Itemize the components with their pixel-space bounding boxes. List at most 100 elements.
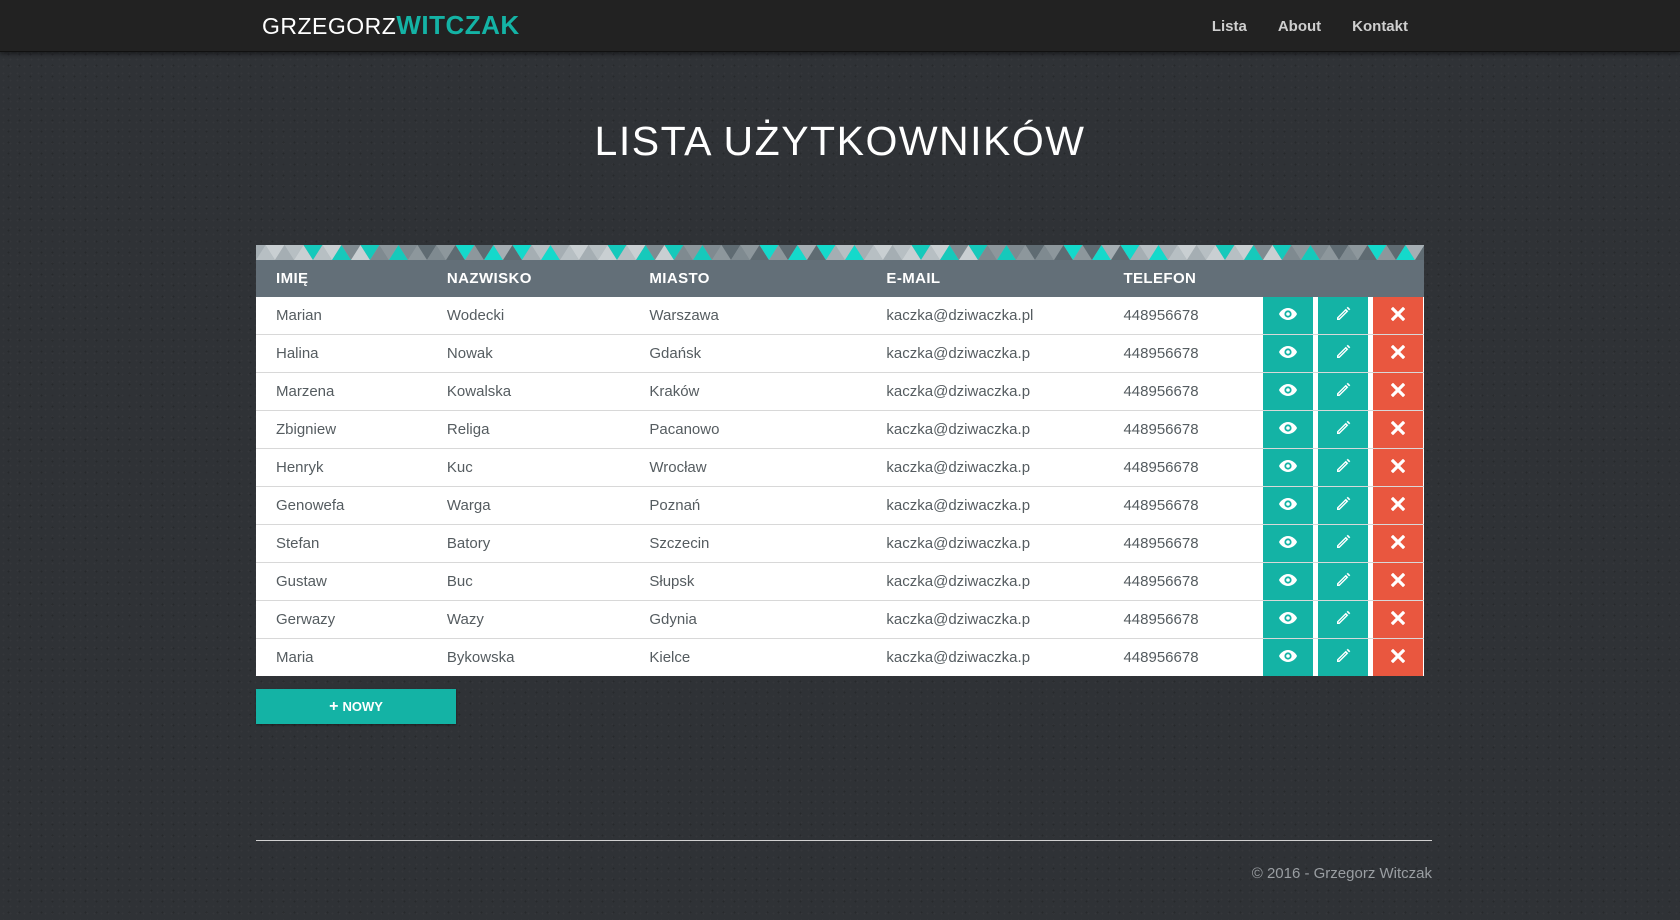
cell-view	[1263, 639, 1314, 676]
view-button[interactable]	[1263, 297, 1314, 334]
eye-icon	[1278, 649, 1298, 666]
edit-button[interactable]	[1318, 487, 1369, 524]
cell-view	[1263, 601, 1314, 639]
table-row: Halina Nowak Gdańsk kaczka@dziwaczka.p 44895…	[256, 334, 1424, 373]
cell-view	[1263, 563, 1314, 601]
table-row: Genowefa Warga Poznań kaczka@dziwaczka.p 448…	[256, 486, 1424, 525]
times-icon	[1390, 306, 1406, 324]
delete-button[interactable]	[1373, 525, 1424, 562]
nav-item-lista[interactable]: Lista	[1212, 18, 1247, 35]
nav-item-kontakt[interactable]: Kontakt	[1352, 18, 1408, 35]
delete-button[interactable]	[1373, 373, 1424, 410]
cell-first-name: Genowefa	[276, 497, 345, 514]
users-table: IMIĘ NAZWISKO MIASTO E-MAIL TELEFON Mari…	[256, 260, 1424, 676]
column-header-email[interactable]: E-MAIL	[866, 260, 1103, 297]
delete-button[interactable]	[1373, 449, 1424, 486]
cell-last-name: Bykowska	[446, 649, 515, 666]
edit-button[interactable]	[1318, 639, 1369, 676]
times-icon	[1390, 344, 1406, 362]
brand-logo[interactable]: GRZEGORZWITCZAK	[262, 10, 520, 41]
edit-button[interactable]	[1318, 525, 1369, 562]
cell-view	[1263, 449, 1314, 487]
pencil-icon	[1335, 496, 1351, 515]
cell-email: kaczka@dziwaczka.p	[886, 345, 1031, 362]
view-button[interactable]	[1263, 563, 1314, 600]
cell-phone: 448956678	[1123, 535, 1199, 552]
cell-city: Wrocław	[649, 459, 707, 476]
new-user-button-label: NOWY	[342, 699, 383, 714]
cell-email: kaczka@dziwaczka.p	[886, 649, 1031, 666]
pencil-icon	[1335, 534, 1351, 553]
table-row: Stefan Batory Szczecin kaczka@dziwaczka.p 44…	[256, 524, 1424, 563]
cell-delete	[1373, 449, 1424, 487]
cell-email: kaczka@dziwaczka.pl	[886, 307, 1034, 324]
pencil-icon	[1335, 420, 1351, 439]
footer-divider	[256, 840, 1432, 841]
delete-button[interactable]	[1373, 297, 1424, 334]
eye-icon	[1278, 383, 1298, 400]
view-button[interactable]	[1263, 449, 1314, 486]
pencil-icon	[1335, 610, 1351, 629]
users-table-container: IMIĘ NAZWISKO MIASTO E-MAIL TELEFON Mari…	[256, 245, 1424, 676]
view-button[interactable]	[1263, 639, 1314, 676]
view-button[interactable]	[1263, 335, 1314, 372]
cell-last-name: Wodecki	[446, 307, 505, 324]
delete-button[interactable]	[1373, 563, 1424, 600]
delete-button[interactable]	[1373, 335, 1424, 372]
column-header-phone[interactable]: TELEFON	[1103, 260, 1263, 297]
nav-item-about[interactable]: About	[1278, 18, 1321, 35]
cell-delete	[1373, 411, 1424, 449]
column-header-first-name[interactable]: IMIĘ	[256, 260, 427, 297]
cell-view	[1263, 411, 1314, 449]
cell-view	[1263, 525, 1314, 563]
edit-button[interactable]	[1318, 601, 1369, 638]
cell-email: kaczka@dziwaczka.p	[886, 459, 1031, 476]
column-header-city[interactable]: MIASTO	[629, 260, 866, 297]
delete-button[interactable]	[1373, 639, 1424, 676]
view-button[interactable]	[1263, 601, 1314, 638]
cell-phone: 448956678	[1123, 345, 1199, 362]
cell-first-name: Maria	[276, 649, 314, 666]
cell-city: Słupsk	[649, 573, 695, 590]
cell-delete	[1373, 487, 1424, 525]
cell-last-name: Religa	[446, 421, 490, 438]
brand-first: GRZEGORZ	[262, 13, 397, 39]
cell-edit	[1318, 335, 1369, 373]
cell-first-name: Gerwazy	[276, 611, 336, 628]
cell-delete	[1373, 639, 1424, 676]
view-button[interactable]	[1263, 373, 1314, 410]
times-icon	[1390, 420, 1406, 438]
cell-first-name: Marzena	[276, 383, 335, 400]
view-button[interactable]	[1263, 525, 1314, 562]
cell-view	[1263, 373, 1314, 411]
cell-last-name: Kowalska	[446, 383, 512, 400]
edit-button[interactable]	[1318, 297, 1369, 334]
edit-button[interactable]	[1318, 449, 1369, 486]
delete-button[interactable]	[1373, 411, 1424, 448]
cell-phone: 448956678	[1123, 383, 1199, 400]
cell-delete	[1373, 335, 1424, 373]
column-header-last-name[interactable]: NAZWISKO	[427, 260, 629, 297]
edit-button[interactable]	[1318, 373, 1369, 410]
edit-button[interactable]	[1318, 411, 1369, 448]
delete-button[interactable]	[1373, 487, 1424, 524]
cell-last-name: Batory	[446, 535, 491, 552]
table-header-row: IMIĘ NAZWISKO MIASTO E-MAIL TELEFON	[256, 260, 1424, 297]
view-button[interactable]	[1263, 487, 1314, 524]
main-nav: Lista About Kontakt	[1181, 0, 1408, 52]
eye-icon	[1278, 535, 1298, 552]
cell-edit	[1318, 525, 1369, 563]
delete-button[interactable]	[1373, 601, 1424, 638]
edit-button[interactable]	[1318, 335, 1369, 372]
view-button[interactable]	[1263, 411, 1314, 448]
edit-button[interactable]	[1318, 563, 1369, 600]
pencil-icon	[1335, 458, 1351, 477]
cell-phone: 448956678	[1123, 307, 1199, 324]
table-row: Zbigniew Religa Pacanowo kaczka@dziwaczka.p…	[256, 410, 1424, 449]
cell-edit	[1318, 411, 1369, 449]
cell-last-name: Warga	[446, 497, 491, 514]
times-icon	[1390, 648, 1406, 666]
navbar: GRZEGORZWITCZAK Lista About Kontakt	[0, 0, 1680, 52]
cell-view	[1263, 487, 1314, 525]
new-user-button[interactable]: + NOWY	[256, 689, 456, 724]
